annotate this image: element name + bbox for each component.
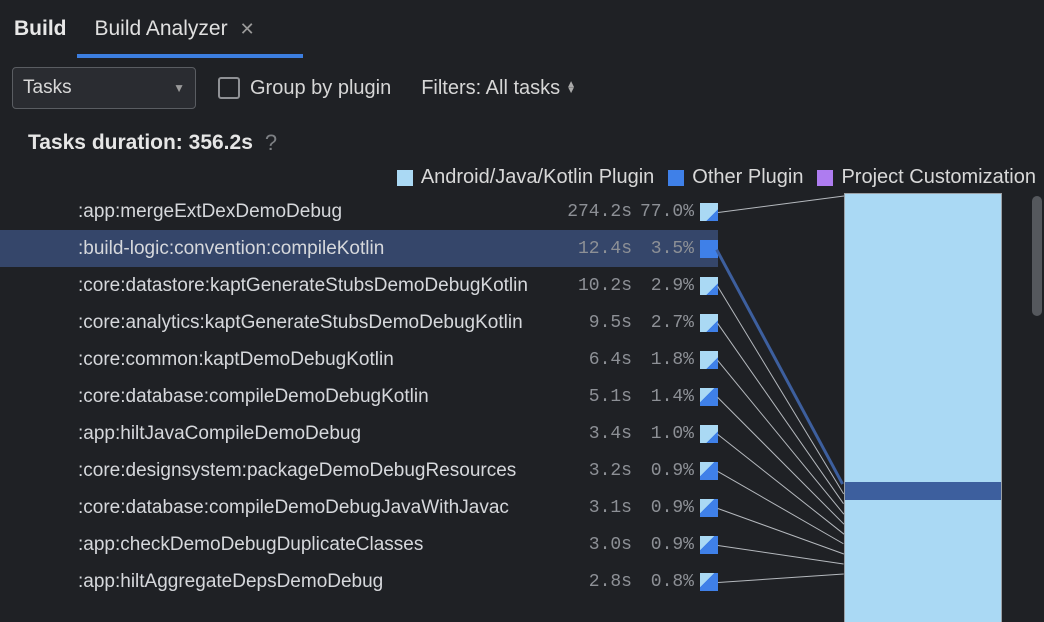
bar-segment-rest (845, 500, 1001, 622)
legend-android: Android/Java/Kotlin Plugin (397, 166, 654, 189)
task-mini-bar-icon (700, 277, 718, 295)
close-icon[interactable]: ✕ (240, 19, 255, 40)
task-mini-bar-icon (700, 462, 718, 480)
connector-line (718, 573, 844, 582)
tab-build-label: Build (14, 17, 67, 41)
task-row[interactable]: :build-logic:convention:compileKotlin 12… (0, 230, 718, 267)
swatch-other-icon (668, 170, 684, 186)
task-name: :app:checkDemoDebugDuplicateClasses (78, 534, 558, 556)
task-time: 3.0s (558, 535, 632, 555)
help-icon[interactable]: ? (265, 130, 277, 156)
task-pct: 77.0% (632, 202, 698, 222)
task-mini-bar-icon (700, 203, 718, 221)
task-mini-bar-icon (700, 536, 718, 554)
task-pct: 0.9% (632, 535, 698, 555)
task-row[interactable]: :core:designsystem:packageDemoDebugResou… (0, 452, 718, 489)
connector-line (717, 286, 844, 494)
task-time: 3.2s (558, 461, 632, 481)
content-area: :app:mergeExtDexDemoDebug 274.2s 77.0% :… (0, 193, 1044, 622)
task-name: :app:mergeExtDexDemoDebug (78, 201, 558, 223)
legend-project: Project Customization (817, 166, 1036, 189)
task-pct: 0.9% (632, 498, 698, 518)
tasks-duration-label: Tasks duration: 356.2s (28, 131, 253, 155)
task-mini-bar-icon (700, 388, 718, 406)
task-time: 3.4s (558, 424, 632, 444)
legend: Android/Java/Kotlin Plugin Other Plugin … (0, 156, 1044, 193)
task-name: :core:database:compileDemoDebugKotlin (78, 386, 558, 408)
task-name: :core:datastore:kaptGenerateStubsDemoDeb… (78, 275, 558, 297)
task-time: 9.5s (558, 313, 632, 333)
connector-line (717, 360, 844, 514)
swatch-project-icon (817, 170, 833, 186)
task-time: 3.1s (558, 498, 632, 518)
legend-project-label: Project Customization (841, 166, 1036, 189)
task-time: 274.2s (558, 202, 632, 222)
task-list[interactable]: :app:mergeExtDexDemoDebug 274.2s 77.0% :… (0, 193, 718, 622)
task-row[interactable]: :core:database:compileDemoDebugJavaWithJ… (0, 489, 718, 526)
filters-label: Filters: All tasks (421, 77, 560, 100)
task-pct: 2.7% (632, 313, 698, 333)
scrollbar-thumb[interactable] (1032, 196, 1042, 316)
task-name: :core:designsystem:packageDemoDebugResou… (78, 460, 558, 482)
connector-line (718, 471, 844, 544)
tab-bar: Build Build Analyzer ✕ (0, 0, 1044, 58)
task-time: 6.4s (558, 350, 632, 370)
task-mini-bar-icon (700, 573, 718, 591)
task-name: :core:analytics:kaptGenerateStubsDemoDeb… (78, 312, 558, 334)
tab-analyzer-label: Build Analyzer (95, 17, 228, 41)
task-pct: 1.8% (632, 350, 698, 370)
task-name: :build-logic:convention:compileKotlin (78, 238, 558, 260)
task-time: 2.8s (558, 572, 632, 592)
task-time: 10.2s (558, 276, 632, 296)
bar-segment-android (845, 194, 1001, 482)
view-dropdown[interactable]: Tasks ▼ (12, 67, 196, 109)
legend-other-label: Other Plugin (692, 166, 803, 189)
tab-build[interactable]: Build (14, 0, 67, 58)
task-row[interactable]: :app:checkDemoDebugDuplicateClasses 3.0s… (0, 526, 718, 563)
dropdown-value: Tasks (23, 77, 72, 99)
tab-build-analyzer[interactable]: Build Analyzer ✕ (95, 0, 255, 58)
task-mini-bar-icon (700, 499, 718, 517)
chevron-down-icon: ▼ (173, 81, 185, 95)
filters-dropdown[interactable]: Filters: All tasks ▲▼ (421, 77, 576, 100)
group-by-plugin-label: Group by plugin (250, 77, 391, 100)
toolbar: Tasks ▼ Group by plugin Filters: All tas… (0, 58, 1044, 112)
task-row[interactable]: :core:analytics:kaptGenerateStubsDemoDeb… (0, 304, 718, 341)
task-row[interactable]: :app:hiltAggregateDepsDemoDebug 2.8s 0.8… (0, 563, 718, 600)
task-mini-bar-icon (700, 351, 718, 369)
connector-line (717, 323, 844, 504)
task-row[interactable]: :core:datastore:kaptGenerateStubsDemoDeb… (0, 267, 718, 304)
task-row[interactable]: :core:common:kaptDemoDebugKotlin 6.4s 1.… (0, 341, 718, 378)
task-name: :core:database:compileDemoDebugJavaWithJ… (78, 497, 558, 519)
sort-icon: ▲▼ (566, 82, 576, 94)
task-name: :app:hiltAggregateDepsDemoDebug (78, 571, 558, 593)
task-name: :core:common:kaptDemoDebugKotlin (78, 349, 558, 371)
task-pct: 3.5% (632, 239, 698, 259)
checkbox-icon (218, 77, 240, 99)
task-pct: 2.9% (632, 276, 698, 296)
task-time: 12.4s (558, 239, 632, 259)
stacked-bar[interactable] (844, 193, 1002, 622)
swatch-android-icon (397, 170, 413, 186)
chart-area (718, 193, 1044, 622)
task-pct: 0.9% (632, 461, 698, 481)
task-row[interactable]: :app:hiltJavaCompileDemoDebug 3.4s 1.0% (0, 415, 718, 452)
group-by-plugin-checkbox[interactable]: Group by plugin (218, 77, 391, 100)
legend-android-label: Android/Java/Kotlin Plugin (421, 166, 654, 189)
task-pct: 0.8% (632, 572, 698, 592)
task-name: :app:hiltJavaCompileDemoDebug (78, 423, 558, 445)
task-mini-bar-icon (700, 240, 718, 258)
task-row[interactable]: :core:database:compileDemoDebugKotlin 5.… (0, 378, 718, 415)
task-row[interactable]: :app:mergeExtDexDemoDebug 274.2s 77.0% (0, 193, 718, 230)
tasks-duration: Tasks duration: 356.2s ? (0, 112, 1044, 156)
legend-other: Other Plugin (668, 166, 803, 189)
task-pct: 1.0% (632, 424, 698, 444)
task-time: 5.1s (558, 387, 632, 407)
task-mini-bar-icon (700, 314, 718, 332)
connector-line (718, 195, 844, 212)
task-mini-bar-icon (700, 425, 718, 443)
bar-segment-selected (845, 482, 1001, 500)
task-pct: 1.4% (632, 387, 698, 407)
